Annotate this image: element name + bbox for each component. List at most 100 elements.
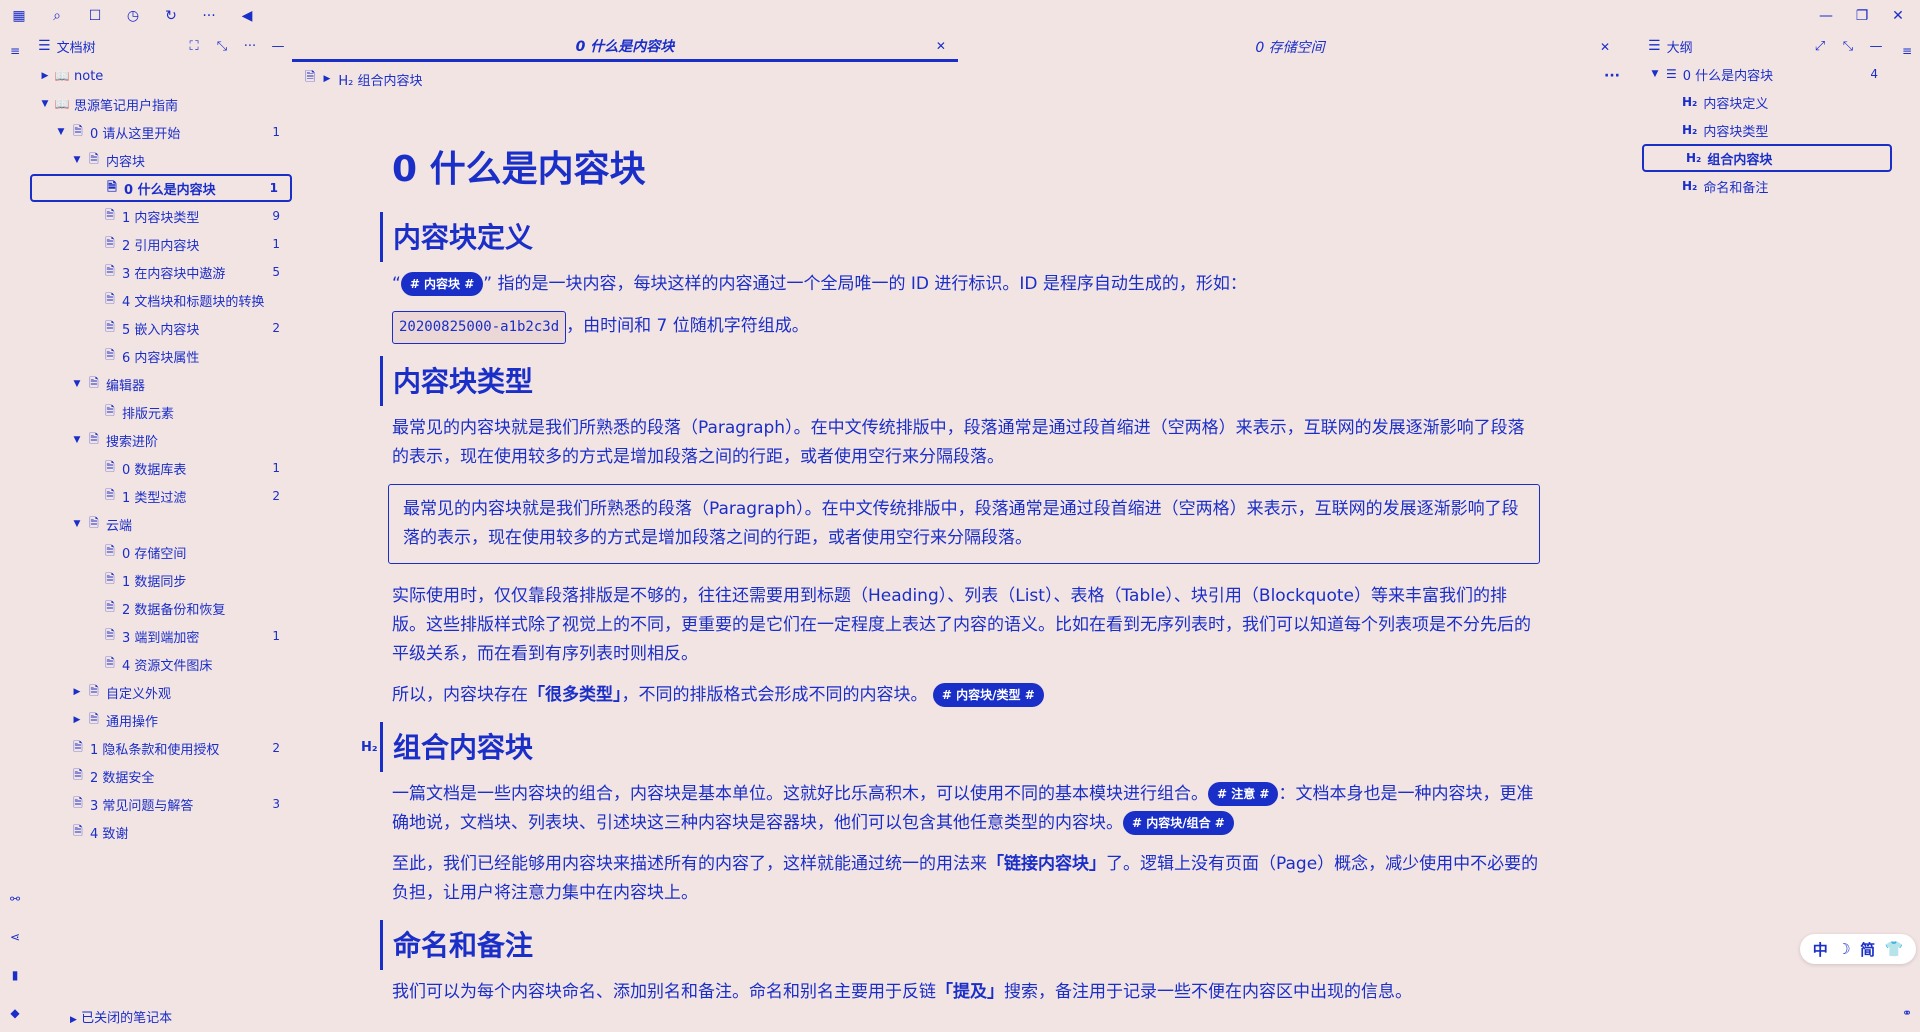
tree-item[interactable]: ▶ 📖 note: [30, 62, 292, 90]
outline-item[interactable]: H₂ 命名和备注: [1640, 172, 1890, 200]
definition-paragraph[interactable]: “# 内容块 #” 指的是一块内容，每块这样的内容通过一个全局唯一的 ID 进行…: [380, 270, 1540, 299]
id-paragraph[interactable]: 20200825000-a1b2c3d ，由时间和 7 位随机字符组成。: [380, 311, 1540, 344]
dock-menu-icon[interactable]: ≡: [1898, 42, 1916, 60]
minimize-panel-icon[interactable]: —: [1862, 39, 1890, 54]
history-icon[interactable]: ◷: [123, 6, 143, 26]
outline-item[interactable]: ▼ ☰ 0 什么是内容块 4: [1640, 60, 1890, 88]
tree-item[interactable]: 🗎 4 致谢: [30, 818, 292, 846]
dock-menu-icon[interactable]: ≡: [6, 42, 24, 60]
tree-item[interactable]: 🗎 1 类型过滤 2: [30, 482, 292, 510]
tree-item[interactable]: 🗎 3 常见问题与解答 3: [30, 790, 292, 818]
outline-item[interactable]: H₂ 组合内容块: [1642, 144, 1892, 172]
tree-item[interactable]: ▼ 🗎 编辑器: [30, 370, 292, 398]
chevron-down-icon[interactable]: ▼: [1648, 69, 1662, 79]
chevron-down-icon[interactable]: ▼: [54, 127, 68, 137]
share-icon[interactable]: ⋖: [6, 928, 24, 946]
tag-block-types[interactable]: # 内容块/类型 #: [932, 683, 1044, 707]
tab-close-icon[interactable]: ✕: [1600, 40, 1610, 54]
tree-item[interactable]: ▼ 🗎 内容块: [30, 146, 292, 174]
tab-what-is-block[interactable]: 0 什么是内容块 ✕: [292, 32, 958, 62]
chevron-right-icon[interactable]: ▶: [38, 71, 52, 81]
closed-notebooks[interactable]: ▶ 已关闭的笔记本: [70, 1007, 172, 1026]
tree-item[interactable]: 🗎 3 端到端加密 1: [30, 622, 292, 650]
editor-content[interactable]: 0 什么是内容块 内容块定义 “# 内容块 #” 指的是一块内容，每块这样的内容…: [361, 140, 1540, 1019]
combine-paragraph-1[interactable]: 一篇文档是一些内容块的组合，内容块是基本单位。这就好比乐高积木，可以使用不同的基…: [380, 780, 1540, 838]
outline-item[interactable]: H₂ 内容块类型: [1640, 116, 1890, 144]
collapse-all-icon[interactable]: ⤡: [208, 39, 236, 54]
heading-level-marker[interactable]: H₂: [361, 722, 378, 774]
tree-item[interactable]: ▼ 🗎 0 请从这里开始 1: [30, 118, 292, 146]
refresh-icon[interactable]: ↻: [161, 6, 181, 26]
combine-paragraph-2[interactable]: 至此，我们已经能够用内容块来描述所有的内容了，这样就能通过统一的用法来「链接内容…: [380, 850, 1540, 908]
minimize-panel-icon[interactable]: —: [264, 39, 292, 54]
tree-item[interactable]: 🗎 2 数据备份和恢复: [30, 594, 292, 622]
tree-item[interactable]: 🗎 1 内容块类型 9: [30, 202, 292, 230]
tree-item[interactable]: 🗎 排版元素: [30, 398, 292, 426]
collapse-left-icon[interactable]: ◀: [237, 6, 257, 26]
tree-item[interactable]: 🗎 4 文档块和标题块的转换: [30, 286, 292, 314]
tree-item[interactable]: 🗎 2 数据安全: [30, 762, 292, 790]
chevron-right-icon[interactable]: ▶: [70, 687, 84, 697]
square-icon[interactable]: ☐: [85, 6, 105, 26]
expand-icon[interactable]: ⤢: [1806, 39, 1834, 54]
types-paragraph-2[interactable]: 实际使用时，仅仅靠段落排版是不够的，往往还需要用到标题（Heading）、列表（…: [380, 582, 1540, 669]
heading-combine[interactable]: H₂ 组合内容块: [361, 722, 1540, 772]
tree-item[interactable]: ▼ 🗎 云端: [30, 510, 292, 538]
chevron-down-icon[interactable]: ▼: [38, 99, 52, 109]
editor-more-button[interactable]: ···: [1604, 68, 1620, 84]
types-paragraph-1[interactable]: 最常见的内容块就是我们所熟悉的段落（Paragraph）。在中文传统排版中，段落…: [380, 414, 1540, 472]
tree-item[interactable]: 🗎 1 数据同步: [30, 566, 292, 594]
dock-link-icon[interactable]: ⚭: [1898, 1004, 1916, 1022]
tree-item[interactable]: ▶ 🗎 自定义外观: [30, 678, 292, 706]
collapse-icon[interactable]: ⤡: [1834, 39, 1862, 54]
calendar-icon[interactable]: ▦: [9, 6, 29, 26]
chevron-down-icon[interactable]: ▼: [70, 155, 84, 165]
close-window-button[interactable]: ✕: [1880, 0, 1916, 32]
minimize-button[interactable]: —: [1808, 0, 1844, 32]
doc-icon[interactable]: 🗎: [305, 68, 315, 90]
tree-item-label: 4 资源文件图床: [122, 658, 213, 674]
tree-item[interactable]: 🗎 2 引用内容块 1: [30, 230, 292, 258]
search-icon[interactable]: ⌕: [47, 6, 67, 26]
chevron-down-icon[interactable]: ▼: [70, 379, 84, 389]
more-icon[interactable]: ···: [199, 6, 219, 26]
tree-item[interactable]: 🗎 0 存储空间: [30, 538, 292, 566]
skin-icon[interactable]: 👕: [1885, 940, 1904, 958]
moon-icon[interactable]: ☽: [1837, 940, 1850, 958]
tag-note[interactable]: # 注意 #: [1208, 782, 1279, 806]
tree-more-icon[interactable]: ···: [236, 39, 264, 54]
tag-content-block[interactable]: # 内容块 #: [400, 272, 484, 296]
tree-item[interactable]: 🗎 3 在内容块中遨游 5: [30, 258, 292, 286]
tree-item[interactable]: 🗎 5 嵌入内容块 2: [30, 314, 292, 342]
tree-item[interactable]: ▼ 📖 思源笔记用户指南: [30, 90, 292, 118]
tree-item[interactable]: 🗎 4 资源文件图床: [30, 650, 292, 678]
tag-icon[interactable]: ◆: [6, 1004, 24, 1022]
heading-naming[interactable]: 命名和备注: [380, 920, 1540, 970]
tree-item[interactable]: 🗎 6 内容块属性: [30, 342, 292, 370]
heading-definition[interactable]: 内容块定义: [380, 212, 1540, 262]
tree-item[interactable]: 🗎 0 什么是内容块 1: [30, 174, 292, 202]
types-quote-box[interactable]: 最常见的内容块就是我们所熟悉的段落（Paragraph）。在中文传统排版中，段落…: [388, 484, 1540, 564]
tab-close-icon[interactable]: ✕: [936, 39, 946, 53]
breadcrumb-heading[interactable]: H₂ 组合内容块: [338, 70, 422, 89]
heading-types[interactable]: 内容块类型: [380, 356, 1540, 406]
outline-item[interactable]: H₂ 内容块定义: [1640, 88, 1890, 116]
types-paragraph-3[interactable]: 所以，内容块存在「很多类型」，不同的排版格式会形成不同的内容块。 # 内容块/类…: [380, 681, 1540, 710]
restore-button[interactable]: ❐: [1844, 0, 1880, 32]
tab-storage[interactable]: 0 存储空间 ✕: [958, 32, 1622, 62]
tree-item[interactable]: ▼ 🗎 搜索进阶: [30, 426, 292, 454]
focus-icon[interactable]: ⛶: [180, 39, 208, 54]
tree-item[interactable]: 🗎 1 隐私条款和使用授权 2: [30, 734, 292, 762]
tree-item[interactable]: 🗎 0 数据库表 1: [30, 454, 292, 482]
chevron-right-icon[interactable]: ▶: [70, 715, 84, 725]
page-title[interactable]: 0 什么是内容块: [392, 140, 1540, 192]
bookmark-icon[interactable]: ▮: [6, 966, 24, 984]
tag-block-combine[interactable]: # 内容块/组合 #: [1123, 811, 1234, 835]
tree-item[interactable]: ▶ 🗎 通用操作: [30, 706, 292, 734]
naming-paragraph-1[interactable]: 我们可以为每个内容块命名、添加别名和备注。命名和别名主要用于反链「提及」搜索，备…: [380, 978, 1540, 1007]
chevron-down-icon[interactable]: ▼: [70, 519, 84, 529]
chevron-down-icon[interactable]: ▼: [70, 435, 84, 445]
simplified-icon[interactable]: 简: [1860, 939, 1875, 960]
graph-icon[interactable]: ⚯: [6, 890, 24, 908]
chinese-input-icon[interactable]: 中: [1813, 939, 1828, 960]
